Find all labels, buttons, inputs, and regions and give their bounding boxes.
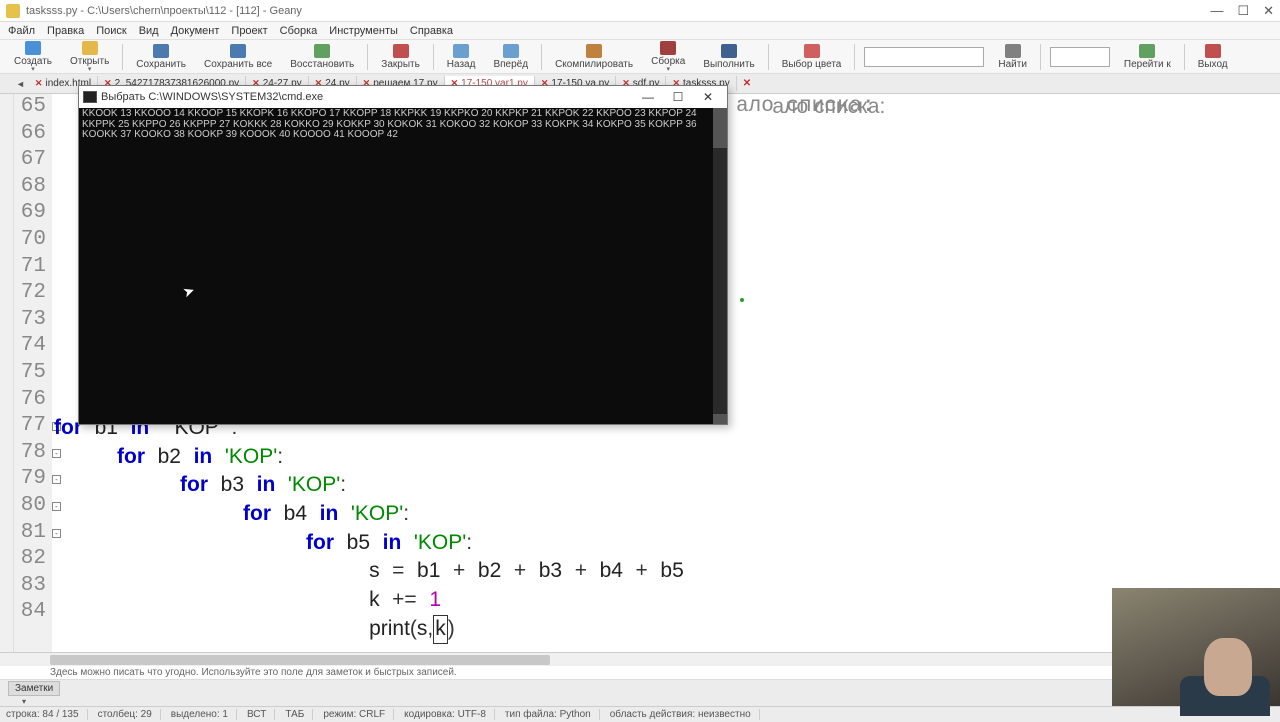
status-selection: выделено: 1	[171, 709, 237, 720]
search-input[interactable]	[864, 47, 984, 67]
code-line-65-partial: ало списка:	[736, 94, 875, 121]
console-maximize-button[interactable]: ☐	[663, 90, 693, 104]
console-output[interactable]: KKOOK 13 KKOOO 14 KKOOP 15 KKOPK 16 KKOP…	[79, 108, 727, 424]
menu-справка[interactable]: Справка	[410, 25, 453, 37]
menu-файл[interactable]: Файл	[8, 25, 35, 37]
toolbar-назад[interactable]: Назад	[439, 44, 484, 70]
window-title-bar: tasksss.py - C:\Users\chern\проекты\112 …	[0, 0, 1280, 22]
window-close-button[interactable]: ✕	[1263, 3, 1274, 19]
marker-margin	[0, 94, 14, 652]
window-minimize-button[interactable]: —	[1210, 3, 1223, 19]
toolbar-закрыть[interactable]: Закрыть	[373, 44, 428, 70]
toolbar-separator	[433, 44, 434, 70]
console-window: Выбрать C:\WINDOWS\SYSTEM32\cmd.exe — ☐ …	[78, 85, 728, 425]
status-line-ending: режим: CRLF	[323, 709, 394, 720]
menu-поиск[interactable]: Поиск	[96, 25, 126, 37]
tab-close-icon[interactable]: ✕	[35, 78, 43, 89]
menu-инструменты[interactable]: Инструменты	[329, 25, 398, 37]
scrollbar-thumb[interactable]	[50, 655, 550, 665]
line-number-gutter: 65 66 67 68 69 70 71 72 73 74 75 76 77 7…	[14, 94, 52, 652]
app-icon	[6, 4, 20, 18]
notes-collapse[interactable]: ▾	[0, 696, 1280, 706]
console-title-bar[interactable]: Выбрать C:\WINDOWS\SYSTEM32\cmd.exe — ☐ …	[79, 86, 727, 108]
tab-overflow-close[interactable]: ✕	[743, 78, 751, 89]
horizontal-scrollbar[interactable]	[0, 652, 1280, 666]
toolbar-восстановить[interactable]: Восстановить	[282, 44, 362, 70]
status-line-col: строка: 84 / 135	[6, 709, 88, 720]
toolbar-открыть[interactable]: Открыть▾	[62, 41, 117, 73]
menu-сборка[interactable]: Сборка	[280, 25, 318, 37]
cmd-icon	[83, 91, 97, 103]
toolbar-separator	[1184, 44, 1185, 70]
toolbar-separator	[122, 44, 123, 70]
menu-проект[interactable]: Проект	[231, 25, 267, 37]
notes-tab[interactable]: Заметки	[8, 681, 60, 696]
marker-dot	[740, 298, 744, 302]
window-title: tasksss.py - C:\Users\chern\проекты\112 …	[26, 5, 1210, 17]
console-close-button[interactable]: ✕	[693, 90, 723, 104]
toolbar-separator	[541, 44, 542, 70]
status-tab-mode: ТАБ	[285, 709, 313, 720]
toolbar-создать[interactable]: Создать▾	[6, 41, 60, 73]
webcam-overlay	[1112, 588, 1280, 706]
toolbar-separator	[1040, 44, 1041, 70]
status-filetype: тип файла: Python	[505, 709, 600, 720]
goto-input[interactable]	[1050, 47, 1110, 67]
status-insert-mode: ВСТ	[247, 709, 275, 720]
toolbar: Создать▾Открыть▾ СохранитьСохранить всеВо…	[0, 40, 1280, 74]
status-encoding: кодировка: UTF-8	[404, 709, 495, 720]
console-text: KKOOK 13 KKOOO 14 KKOOP 15 KKOPK 16 KKOP…	[82, 109, 724, 141]
toolbar-выполнить[interactable]: Выполнить	[695, 44, 762, 70]
status-scope: область действия: неизвестно	[610, 709, 760, 720]
toolbar-найти[interactable]: Найти	[990, 44, 1035, 70]
console-minimize-button[interactable]: —	[633, 90, 663, 104]
toolbar-скомпилировать[interactable]: Скомпилировать	[547, 44, 641, 70]
notes-tab-bar: Заметки	[0, 680, 1280, 696]
toolbar-сборка[interactable]: Сборка▾	[643, 41, 693, 73]
window-maximize-button[interactable]: ☐	[1237, 3, 1249, 19]
toolbar-вперёд[interactable]: Вперёд	[485, 44, 536, 70]
toolbar-выход[interactable]: Выход	[1190, 44, 1236, 70]
notes-field[interactable]: Здесь можно писать что угодно. Используй…	[0, 666, 1280, 680]
toolbar-separator	[367, 44, 368, 70]
console-scrollbar[interactable]	[713, 108, 727, 424]
toolbar-separator	[854, 44, 855, 70]
menu-документ[interactable]: Документ	[171, 25, 220, 37]
status-column: столбец: 29	[98, 709, 161, 720]
menu-правка[interactable]: Правка	[47, 25, 84, 37]
toolbar-separator	[768, 44, 769, 70]
toolbar-перейти-к[interactable]: Перейти к	[1116, 44, 1179, 70]
menu-bar: Файл Правка Поиск Вид Документ Проект Сборка Ин…	[0, 22, 1280, 40]
tab-scroll-left[interactable]: ◄	[16, 79, 25, 89]
console-title: Выбрать C:\WINDOWS\SYSTEM32\cmd.exe	[101, 91, 633, 103]
toolbar-сохранить-все[interactable]: Сохранить все	[196, 44, 280, 70]
toolbar-выбор-цвета[interactable]: Выбор цвета	[774, 44, 850, 70]
menu-вид[interactable]: Вид	[139, 25, 159, 37]
toolbar-сохранить[interactable]: Сохранить	[128, 44, 194, 70]
